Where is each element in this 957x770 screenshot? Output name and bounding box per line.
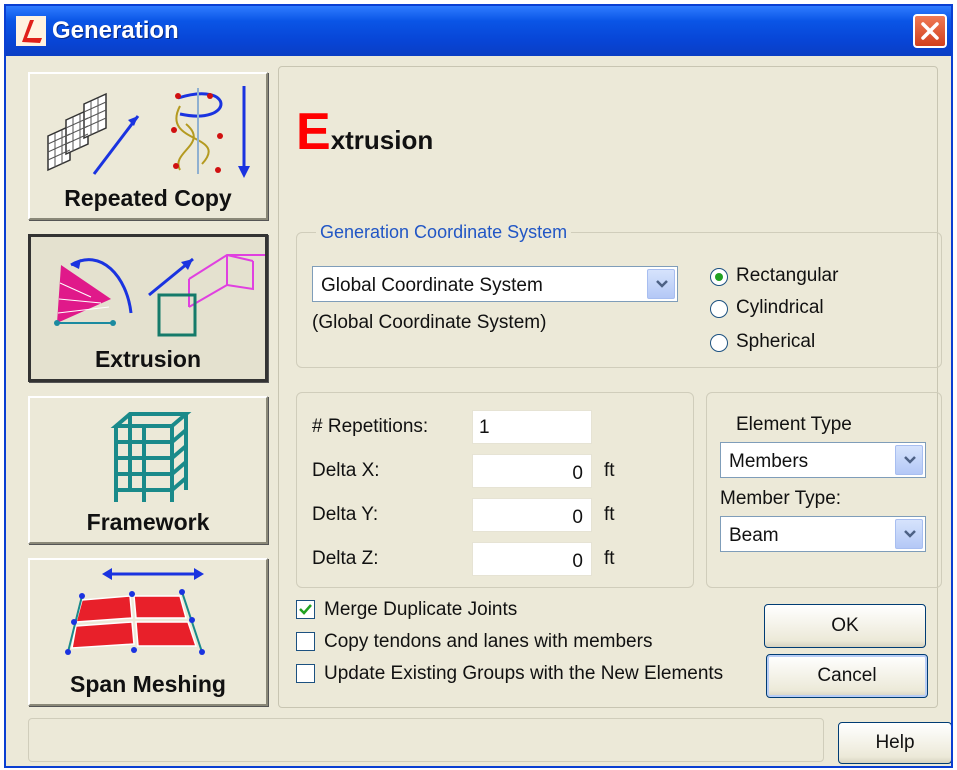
coordinate-system-caption: (Global Coordinate System)	[312, 312, 547, 333]
status-bar	[28, 718, 824, 762]
radio-spherical[interactable]	[710, 334, 728, 352]
radio-spherical-label[interactable]: Spherical	[736, 331, 815, 353]
radio-cylindrical[interactable]	[710, 300, 728, 318]
dropdown-button[interactable]	[895, 519, 923, 549]
nav-label: Extrusion	[94, 346, 202, 372]
repetitions-label: # Repetitions:	[312, 416, 429, 437]
update-groups-label[interactable]: Update Existing Groups with the New Elem…	[324, 663, 723, 685]
merge-joints-checkbox[interactable]	[296, 600, 315, 619]
close-icon	[921, 22, 939, 40]
nav-extrusion-button[interactable]: Extrusion	[28, 234, 268, 382]
element-type-label: Element Type	[736, 414, 852, 435]
window-title: Generation	[52, 17, 179, 44]
coordinate-system-select[interactable]: Global Coordinate System	[312, 266, 678, 302]
coordinate-system-label: Generation Coordinate System	[316, 222, 572, 243]
framework-icon	[110, 412, 192, 502]
app-logo-icon	[16, 16, 46, 46]
copy-tendons-checkbox[interactable]	[296, 632, 315, 651]
nav-label: Repeated Copy	[64, 185, 232, 211]
chevron-down-icon	[904, 456, 916, 464]
span-meshing-icon	[65, 568, 205, 655]
update-groups-checkbox[interactable]	[296, 664, 315, 683]
delta-x-label: Delta X:	[312, 460, 380, 481]
member-type-label: Member Type:	[720, 488, 842, 509]
nav-span-meshing-button[interactable]: Span Meshing	[28, 558, 268, 706]
extrusion-icon	[54, 254, 265, 337]
delta-z-input[interactable]: 0	[472, 542, 592, 576]
radio-cylindrical-label[interactable]: Cylindrical	[736, 297, 824, 319]
cancel-button[interactable]: Cancel	[766, 654, 928, 698]
delta-x-unit: ft	[604, 460, 615, 481]
nav-repeated-copy-button[interactable]: Repeated Copy	[28, 72, 268, 220]
delta-x-input[interactable]: 0	[472, 454, 592, 488]
generation-dialog: Generation Repeated Copy Extrusion Frame…	[4, 4, 953, 768]
element-type-select[interactable]: Members	[720, 442, 926, 478]
merge-joints-label[interactable]: Merge Duplicate Joints	[324, 599, 517, 621]
ok-button[interactable]: OK	[764, 604, 926, 648]
radio-rectangular-label[interactable]: Rectangular	[736, 265, 838, 287]
radio-rectangular[interactable]	[710, 268, 728, 286]
close-button[interactable]	[913, 14, 947, 48]
delta-y-label: Delta Y:	[312, 504, 379, 525]
nav-framework-button[interactable]: Framework	[28, 396, 268, 544]
delta-y-input[interactable]: 0	[472, 498, 592, 532]
checkmark-icon	[299, 604, 312, 615]
chevron-down-icon	[656, 280, 668, 288]
coordinate-system-value: Global Coordinate System	[321, 275, 543, 296]
help-button[interactable]: Help	[838, 722, 951, 764]
title-initial: E	[296, 103, 331, 161]
delta-y-unit: ft	[604, 504, 615, 525]
delta-z-unit: ft	[604, 548, 615, 569]
copy-tendons-label[interactable]: Copy tendons and lanes with members	[324, 631, 652, 653]
nav-label: Span Meshing	[70, 671, 226, 697]
member-type-select[interactable]: Beam	[720, 516, 926, 552]
page-title: Extrusion	[296, 106, 433, 158]
title-rest: xtrusion	[330, 125, 434, 155]
chevron-down-icon	[904, 530, 916, 538]
member-type-value: Beam	[729, 525, 779, 546]
dropdown-button[interactable]	[647, 269, 675, 299]
nav-label: Framework	[86, 509, 210, 535]
dropdown-button[interactable]	[895, 445, 923, 475]
delta-z-label: Delta Z:	[312, 548, 379, 569]
repeated-copy-icon	[47, 86, 250, 178]
repetitions-input[interactable]: 1	[472, 410, 592, 444]
element-type-value: Members	[729, 451, 809, 472]
title-bar[interactable]: Generation	[6, 6, 951, 56]
